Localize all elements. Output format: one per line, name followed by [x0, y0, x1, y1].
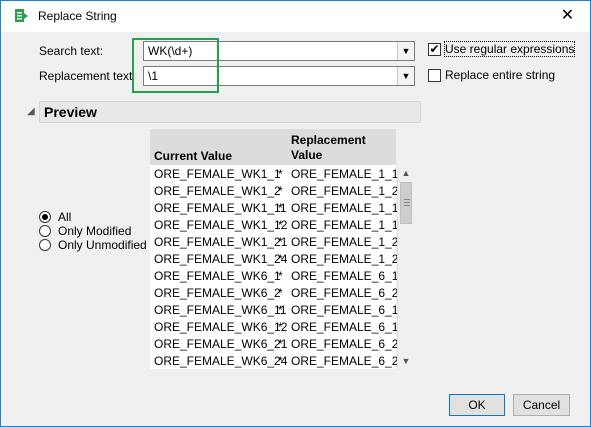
modified-mark: *	[278, 354, 283, 368]
modified-mark: *	[278, 167, 283, 181]
column-replacement-value-line2[interactable]: Value	[291, 148, 322, 162]
table-row[interactable]: ORE_FEMALE_WK1_2 * ORE_FEMALE_1_2	[150, 182, 399, 199]
modified-mark: *	[278, 320, 283, 334]
replacement-value-cell: ORE_FEMALE_1_21	[291, 235, 406, 249]
cancel-button[interactable]: Cancel	[513, 394, 570, 416]
current-value-cell: ORE_FEMALE_WK1_24	[154, 252, 288, 266]
radio-button[interactable]	[39, 225, 51, 237]
scroll-up-icon[interactable]: ▲	[398, 165, 414, 181]
column-replacement-value-line1[interactable]: Replacement	[291, 133, 366, 147]
app-icon	[15, 9, 28, 22]
table-row[interactable]: ORE_FEMALE_WK6_12 * ORE_FEMALE_6_12	[150, 318, 405, 335]
radio-button[interactable]	[39, 239, 51, 251]
scroll-down-icon[interactable]: ▼	[398, 353, 414, 369]
current-value-cell: ORE_FEMALE_WK6_11	[154, 303, 287, 317]
current-value-cell: ORE_FEMALE_WK1_11	[154, 201, 287, 215]
close-icon: ✕	[560, 7, 575, 24]
table-row[interactable]: ORE_FEMALE_WK1_12 * ORE_FEMALE_1_12	[150, 216, 405, 233]
preview-header[interactable]: Preview	[39, 101, 421, 123]
modified-mark: *	[278, 218, 283, 232]
current-value-cell: ORE_FEMALE_WK1_2	[154, 184, 281, 198]
replacement-value-cell: ORE_FEMALE_1_24	[291, 252, 406, 266]
replacement-value-cell: ORE_FEMALE_1_1	[291, 167, 399, 181]
table-row[interactable]: ORE_FEMALE_WK1_11 * ORE_FEMALE_1_11	[150, 199, 404, 216]
scroll-thumb[interactable]	[400, 182, 412, 224]
modified-mark: *	[278, 337, 283, 351]
radio-label: Only Modified	[58, 224, 132, 238]
search-text-combo[interactable]: WK(\d+) ▼	[143, 41, 415, 61]
table-row[interactable]: ORE_FEMALE_WK6_1 * ORE_FEMALE_6_1	[150, 267, 399, 284]
column-current-value[interactable]: Current Value	[154, 149, 232, 163]
chevron-down-icon[interactable]: ▼	[397, 67, 414, 85]
search-text-value: WK(\d+)	[148, 44, 193, 58]
current-value-cell: ORE_FEMALE_WK1_21	[154, 235, 288, 249]
replacement-text-value: \1	[148, 69, 159, 83]
modified-mark: *	[278, 303, 283, 317]
modified-mark: *	[278, 286, 283, 300]
title-bar: Replace String ✕	[1, 1, 590, 32]
replacement-value-cell: ORE_FEMALE_6_1	[291, 269, 399, 283]
radio-label: All	[58, 210, 72, 224]
close-button[interactable]: ✕	[545, 1, 590, 31]
table-row[interactable]: ORE_FEMALE_WK6_24 * ORE_FEMALE_6_24	[150, 352, 405, 369]
dialog-body: Search text: WK(\d+) ▼ Replacement text …	[1, 32, 590, 426]
modified-mark: *	[278, 235, 283, 249]
replacement-value-cell: ORE_FEMALE_6_2	[291, 286, 399, 300]
table-header: Current Value Replacement Value	[150, 129, 396, 165]
replace-entire-checkbox[interactable]	[428, 69, 441, 82]
modified-mark: *	[278, 269, 283, 283]
search-text-label: Search text:	[39, 44, 104, 58]
replace-string-dialog: Replace String ✕ Search text: WK(\d+) ▼ …	[0, 0, 591, 427]
replacement-value-cell: ORE_FEMALE_6_21	[291, 337, 406, 351]
current-value-cell: ORE_FEMALE_WK6_24	[154, 354, 288, 368]
chevron-down-icon[interactable]: ▼	[397, 42, 414, 60]
current-value-cell: ORE_FEMALE_WK1_12	[154, 218, 288, 232]
replacement-text-label: Replacement text	[39, 69, 133, 83]
vertical-scrollbar[interactable]: ▲ ▼	[397, 165, 414, 369]
table-row[interactable]: ORE_FEMALE_WK1_24 * ORE_FEMALE_1_24	[150, 250, 405, 267]
modified-mark: *	[278, 252, 283, 266]
current-value-cell: ORE_FEMALE_WK6_1	[154, 269, 281, 283]
replacement-value-cell: ORE_FEMALE_1_11	[291, 201, 405, 215]
preview-table-body: ORE_FEMALE_WK1_1 * ORE_FEMALE_1_1 ORE_FEMAL…	[150, 165, 405, 369]
window-title: Replace String	[38, 9, 117, 23]
table-row[interactable]: ORE_FEMALE_WK1_21 * ORE_FEMALE_1_21	[150, 233, 405, 250]
replace-entire-label[interactable]: Replace entire string	[445, 68, 555, 82]
current-value-cell: ORE_FEMALE_WK6_2	[154, 286, 281, 300]
current-value-cell: ORE_FEMALE_WK6_21	[154, 337, 288, 351]
table-row[interactable]: ORE_FEMALE_WK6_11 * ORE_FEMALE_6_11	[150, 301, 404, 318]
modified-mark: *	[278, 201, 283, 215]
table-row[interactable]: ORE_FEMALE_WK6_2 * ORE_FEMALE_6_2	[150, 284, 399, 301]
radio-button[interactable]	[39, 211, 51, 223]
radio-label: Only Unmodified	[58, 238, 147, 252]
preview-title: Preview	[44, 104, 97, 120]
modified-mark: *	[278, 184, 283, 198]
use-regex-label[interactable]: Use regular expressions	[443, 41, 576, 57]
replacement-value-cell: ORE_FEMALE_6_11	[291, 303, 405, 317]
collapse-triangle-icon[interactable]: ◢	[27, 106, 35, 117]
use-regex-checkbox[interactable]: ✔	[428, 43, 441, 56]
replacement-value-cell: ORE_FEMALE_6_24	[291, 354, 406, 368]
replacement-value-cell: ORE_FEMALE_1_2	[291, 184, 399, 198]
current-value-cell: ORE_FEMALE_WK6_12	[154, 320, 288, 334]
replacement-value-cell: ORE_FEMALE_6_12	[291, 320, 406, 334]
ok-button[interactable]: OK	[449, 394, 505, 416]
replacement-text-combo[interactable]: \1 ▼	[143, 66, 415, 86]
table-row[interactable]: ORE_FEMALE_WK1_1 * ORE_FEMALE_1_1	[150, 165, 399, 182]
table-row[interactable]: ORE_FEMALE_WK6_21 * ORE_FEMALE_6_21	[150, 335, 405, 352]
current-value-cell: ORE_FEMALE_WK1_1	[154, 167, 281, 181]
replacement-value-cell: ORE_FEMALE_1_12	[291, 218, 406, 232]
